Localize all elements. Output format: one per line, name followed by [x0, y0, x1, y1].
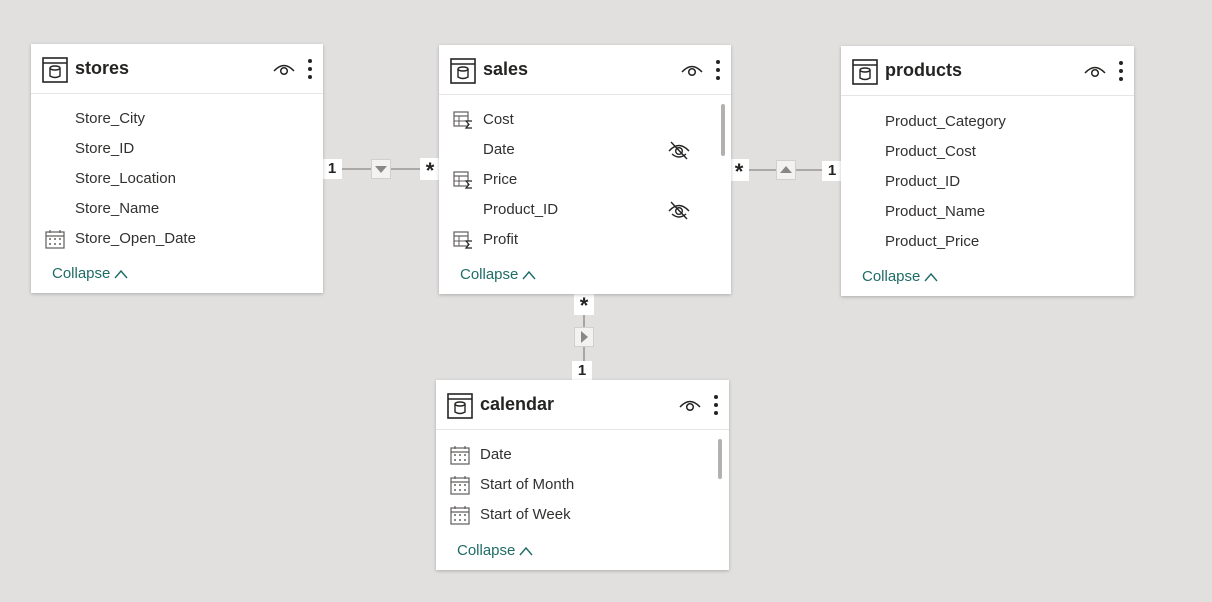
- chevron-up-icon: [924, 272, 938, 282]
- field-row[interactable]: Cost: [439, 107, 731, 133]
- table-card-sales[interactable]: sales Cost Date Price Product_ID Profit …: [439, 45, 731, 294]
- sales-calendar-many-badge: *: [574, 293, 594, 318]
- arrow-up-icon: [780, 166, 792, 173]
- more-options-icon[interactable]: [1117, 60, 1125, 82]
- collapse-button[interactable]: Collapse: [52, 265, 128, 282]
- field-name: Product_Price: [885, 233, 980, 250]
- table-icon: [42, 57, 68, 83]
- collapse-label: Collapse: [52, 265, 111, 282]
- field-row[interactable]: Start of Week: [436, 502, 729, 528]
- table-title: calendar: [480, 394, 555, 414]
- measure-sigma-icon: [453, 231, 472, 249]
- field-name: Store_Name: [75, 200, 160, 217]
- eye-icon[interactable]: [273, 61, 295, 77]
- field-row[interactable]: Price: [439, 167, 731, 193]
- arrow-right-icon: [581, 331, 588, 343]
- field-row[interactable]: Profit: [439, 227, 731, 253]
- field-name: Cost: [483, 111, 514, 128]
- field-name: Store_City: [75, 110, 146, 127]
- field-name: Start of Month: [480, 476, 575, 493]
- field-name: Store_Open_Date: [75, 230, 196, 247]
- field-name: Product_Cost: [885, 143, 976, 160]
- table-header[interactable]: stores: [31, 44, 323, 94]
- eye-icon[interactable]: [681, 62, 703, 78]
- table-card-products[interactable]: products Product_Category Product_Cost P…: [841, 46, 1134, 296]
- field-row[interactable]: Start of Month: [436, 472, 729, 498]
- table-title: products: [885, 60, 963, 80]
- field-name: Product_ID: [885, 173, 961, 190]
- field-row[interactable]: Product_ID: [841, 169, 1134, 195]
- stores-sales-filter-direction[interactable]: [371, 159, 391, 179]
- field-row[interactable]: Product_ID: [439, 197, 731, 223]
- field-name: Profit: [483, 231, 519, 248]
- eye-icon[interactable]: [1084, 63, 1106, 79]
- collapse-label: Collapse: [862, 268, 921, 285]
- field-row[interactable]: Store_Name: [31, 196, 323, 222]
- table-icon: [450, 58, 476, 84]
- sales-products-filter-direction[interactable]: [776, 160, 796, 180]
- collapse-button[interactable]: Collapse: [457, 542, 533, 559]
- arrow-down-icon: [375, 166, 387, 173]
- table-card-calendar[interactable]: calendar Date Start of Month Start of We…: [436, 380, 729, 570]
- measure-sigma-icon: [453, 171, 472, 189]
- collapse-button[interactable]: Collapse: [862, 268, 938, 285]
- stores-sales-many-badge: *: [420, 158, 440, 183]
- field-name: Start of Week: [480, 506, 571, 523]
- table-icon: [852, 59, 878, 85]
- field-name: Product_Category: [885, 113, 1006, 130]
- table-header[interactable]: calendar: [436, 380, 729, 430]
- field-row[interactable]: Product_Name: [841, 199, 1134, 225]
- sales-calendar-one-badge: 1: [572, 361, 592, 381]
- field-name: Store_Location: [75, 170, 176, 187]
- field-row[interactable]: Date: [436, 442, 729, 468]
- stores-sales-one-badge: 1: [322, 159, 342, 179]
- chevron-up-icon: [114, 269, 128, 279]
- table-header[interactable]: sales: [439, 45, 731, 95]
- field-name: Date: [483, 141, 515, 158]
- field-row[interactable]: Store_City: [31, 106, 323, 132]
- field-row[interactable]: Store_ID: [31, 136, 323, 162]
- more-options-icon[interactable]: [712, 394, 720, 416]
- field-name: Date: [480, 446, 512, 463]
- model-canvas: 1 * * 1 * 1 stores Store_City Store_ID S…: [0, 0, 1212, 602]
- table-title: sales: [483, 59, 529, 79]
- field-row[interactable]: Date: [439, 137, 731, 163]
- field-row[interactable]: Product_Category: [841, 109, 1134, 135]
- sales-calendar-filter-direction[interactable]: [574, 327, 594, 347]
- more-options-icon[interactable]: [306, 58, 314, 80]
- field-name: Product_ID: [483, 201, 559, 218]
- field-row[interactable]: Store_Location: [31, 166, 323, 192]
- collapse-label: Collapse: [457, 542, 516, 559]
- field-row[interactable]: Product_Cost: [841, 139, 1134, 165]
- field-name: Store_ID: [75, 140, 135, 157]
- table-title: stores: [75, 58, 130, 78]
- calendar-icon: [45, 230, 65, 249]
- field-name: Product_Name: [885, 203, 986, 220]
- hidden-eye-icon[interactable]: [667, 140, 691, 160]
- hidden-eye-icon[interactable]: [667, 200, 691, 220]
- measure-sigma-icon: [453, 111, 472, 129]
- calendar-icon: [450, 446, 470, 465]
- field-row[interactable]: Store_Open_Date: [31, 226, 323, 252]
- eye-icon[interactable]: [679, 397, 701, 413]
- sales-products-one-badge: 1: [822, 161, 842, 181]
- chevron-up-icon: [522, 270, 536, 280]
- field-name: Price: [483, 171, 518, 188]
- more-options-icon[interactable]: [714, 59, 722, 81]
- sales-products-many-badge: *: [729, 159, 749, 184]
- chevron-up-icon: [519, 546, 533, 556]
- table-icon: [447, 393, 473, 419]
- calendar-icon: [450, 506, 470, 525]
- table-card-stores[interactable]: stores Store_City Store_ID Store_Locatio…: [31, 44, 323, 293]
- calendar-icon: [450, 476, 470, 495]
- table-header[interactable]: products: [841, 46, 1134, 96]
- collapse-button[interactable]: Collapse: [460, 266, 536, 283]
- collapse-label: Collapse: [460, 266, 519, 283]
- field-row[interactable]: Product_Price: [841, 229, 1134, 255]
